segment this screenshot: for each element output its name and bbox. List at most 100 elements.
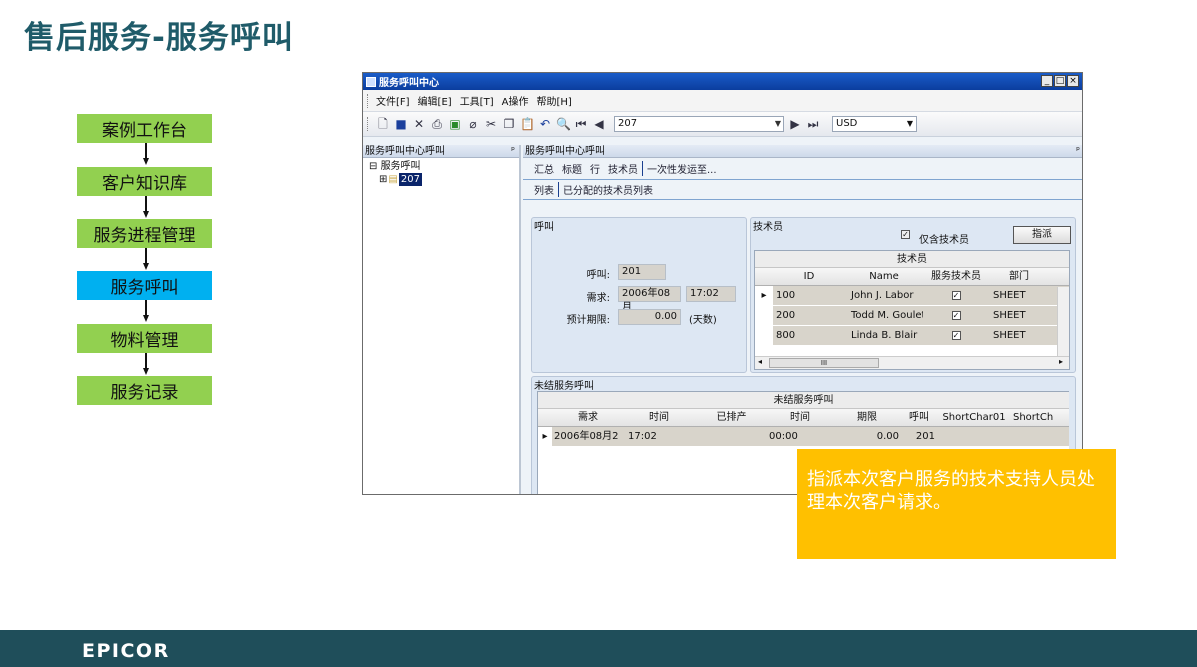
new-icon[interactable]: 🗋 [376, 117, 390, 131]
call-group: 呼叫 呼叫: 201 需求: 2006年08月 17:02 预计期限: 0.00… [531, 217, 747, 373]
tech-flag[interactable]: ✓ [923, 306, 989, 325]
tech-name: Linda B. Blair [851, 330, 918, 341]
assign-button[interactable]: 指派 [1013, 226, 1071, 244]
menu-bar: 文件[F] 编辑[E] 工具[T] A操作 帮助[H] [363, 90, 1082, 112]
tech-dept: SHEET [993, 310, 1026, 321]
horizontal-scrollbar[interactable]: ◂ III ▸ [755, 356, 1069, 369]
tech-flag[interactable]: ✓ [923, 286, 989, 305]
detail-pane: 服务呼叫中心呼叫 ᵖ 汇总 标题 行 技术员 一次性发运至... 列表 已分配的… [523, 145, 1082, 494]
window-title: 服务呼叫中心 [379, 78, 439, 89]
tree-pane-header: 服务呼叫中心呼叫 ᵖ [363, 145, 519, 158]
column-header-shortchar[interactable]: ShortCh [1013, 409, 1053, 426]
column-header-shortchar01[interactable]: ShortChar01 [935, 409, 1013, 426]
table-row[interactable]: 800 Linda B. Blair ✓ SHEET [755, 326, 1069, 346]
prev-record-icon[interactable]: ◀ [592, 117, 606, 131]
column-header-due[interactable]: 期限 [831, 409, 903, 426]
call-scheduled [694, 427, 769, 446]
estimate-field[interactable]: 0.00 [618, 309, 681, 325]
column-header-name[interactable]: Name [845, 268, 923, 285]
row-indicator-header [538, 409, 552, 426]
minimize-button[interactable]: _ [1041, 75, 1053, 87]
pin-icon[interactable]: ᵖ [511, 145, 515, 158]
undo-icon[interactable]: ↶ [538, 117, 552, 131]
menu-actions[interactable]: A操作 [502, 93, 529, 108]
clear-icon[interactable]: ⌀ [466, 117, 480, 131]
column-header-request[interactable]: 需求 [552, 409, 624, 426]
request-time-field[interactable]: 17:02 [686, 286, 736, 302]
call-group-title: 呼叫 [534, 222, 554, 233]
toolbar: 🗋 ■ ✕ ⎙ ▣ ⌀ ✂ ❐ 📋 ↶ 🔍 ⏮ ◀ 207 ▼ ▶ ⏭ USD … [363, 112, 1082, 137]
scroll-right-icon[interactable]: ▸ [1059, 357, 1063, 366]
record-selector[interactable]: 207 ▼ [614, 116, 784, 132]
close-button[interactable]: × [1067, 75, 1079, 87]
flow-arrow [143, 248, 153, 272]
scroll-left-icon[interactable]: ◂ [758, 357, 762, 366]
table-row[interactable]: ▸ 100 John J. Labor ✓ SHEET [755, 286, 1069, 306]
copy-icon[interactable]: ❐ [502, 117, 516, 131]
last-record-icon[interactable]: ⏭ [806, 117, 820, 131]
currency-selector[interactable]: USD ▼ [832, 116, 917, 132]
chevron-down-icon[interactable]: ▼ [775, 117, 781, 131]
menu-help[interactable]: 帮助[H] [536, 93, 571, 108]
call-field[interactable]: 201 [618, 264, 666, 280]
tree-pane: 服务呼叫中心呼叫 ᵖ ⊟ 服务呼叫 ⊞ ▤ 207 [363, 145, 521, 494]
subtab-assigned-techs[interactable]: 已分配的技术员列表 [559, 182, 657, 197]
only-tech-checkbox[interactable]: ✓ [901, 230, 910, 239]
paste-icon[interactable]: 📋 [520, 117, 535, 131]
menu-tools[interactable]: 工具[T] [460, 93, 494, 108]
tech-id: 800 [776, 330, 796, 341]
cut-icon[interactable]: ✂ [484, 117, 498, 131]
tree-root[interactable]: ⊟ 服务呼叫 [369, 160, 519, 173]
tech-id: 100 [776, 290, 796, 301]
search-icon[interactable]: 🔍 [556, 117, 571, 131]
table-row[interactable]: 200 Todd M. Goulet ✓ SHEET [755, 306, 1069, 326]
next-record-icon[interactable]: ▶ [788, 117, 802, 131]
tab-technician[interactable]: 技术员 [604, 161, 643, 176]
request-label: 需求: [586, 293, 610, 304]
tech-id: 200 [776, 310, 796, 321]
subtab-list[interactable]: 列表 [530, 182, 559, 197]
column-header-time[interactable]: 时间 [624, 409, 694, 426]
tab-line[interactable]: 行 [586, 161, 604, 176]
column-header-department[interactable]: 部门 [989, 268, 1049, 285]
sub-tabs: 列表 已分配的技术员列表 [523, 180, 1082, 200]
footer-bar: EPICOR [0, 630, 1197, 667]
call-label: 呼叫: [586, 270, 610, 281]
first-record-icon[interactable]: ⏮ [574, 117, 588, 131]
delete-icon[interactable]: ✕ [412, 117, 426, 131]
attach-icon[interactable]: ⎙ [430, 117, 444, 131]
column-header-scheduled[interactable]: 已排产 [694, 409, 769, 426]
flow-arrow [143, 196, 153, 220]
save-icon[interactable]: ■ [394, 117, 408, 131]
refresh-icon[interactable]: ▣ [448, 117, 462, 131]
request-date-field[interactable]: 2006年08月 [618, 286, 681, 313]
column-header-call[interactable]: 呼叫 [903, 409, 935, 426]
tech-flag[interactable]: ✓ [923, 326, 989, 345]
tech-dept: SHEET [993, 290, 1026, 301]
column-header-id[interactable]: ID [773, 268, 845, 285]
tab-summary[interactable]: 汇总 [530, 161, 558, 176]
technician-group-title: 技术员 [753, 222, 783, 233]
flow-step-service-record: 服务记录 [77, 376, 212, 405]
row-indicator-icon [755, 306, 773, 325]
tab-onetime-ship[interactable]: 一次性发运至... [643, 161, 721, 176]
pin-icon[interactable]: ᵖ [1076, 145, 1080, 158]
menu-file[interactable]: 文件[F] [376, 93, 410, 108]
tab-header[interactable]: 标题 [558, 161, 586, 176]
menu-edit[interactable]: 编辑[E] [418, 93, 452, 108]
scroll-thumb[interactable]: III [769, 358, 879, 368]
chevron-down-icon[interactable]: ▼ [907, 117, 913, 131]
row-indicator-icon: ▸ [755, 286, 773, 305]
open-calls-grid-header: 需求 时间 已排产 时间 期限 呼叫 ShortChar01 ShortCh [538, 409, 1069, 427]
open-calls-grid-title: 未结服务呼叫 [538, 392, 1069, 409]
flow-step-knowledge-base: 客户知识库 [77, 167, 212, 196]
table-row[interactable]: ▸ 2006年08月2 17:02 00:00 0.00 201 [538, 427, 1069, 447]
tree-node-207[interactable]: ⊞ ▤ 207 [379, 173, 519, 186]
column-header-service-tech[interactable]: 服务技术员 [923, 268, 989, 285]
column-header-time2[interactable]: 时间 [769, 409, 831, 426]
menu-grip [367, 93, 370, 108]
window-controls: _ □ × [1041, 75, 1079, 87]
app-window: 服务呼叫中心 _ □ × 文件[F] 编辑[E] 工具[T] A操作 帮助[H]… [362, 72, 1083, 495]
restore-button[interactable]: □ [1054, 75, 1066, 87]
call-time: 17:02 [628, 431, 657, 442]
